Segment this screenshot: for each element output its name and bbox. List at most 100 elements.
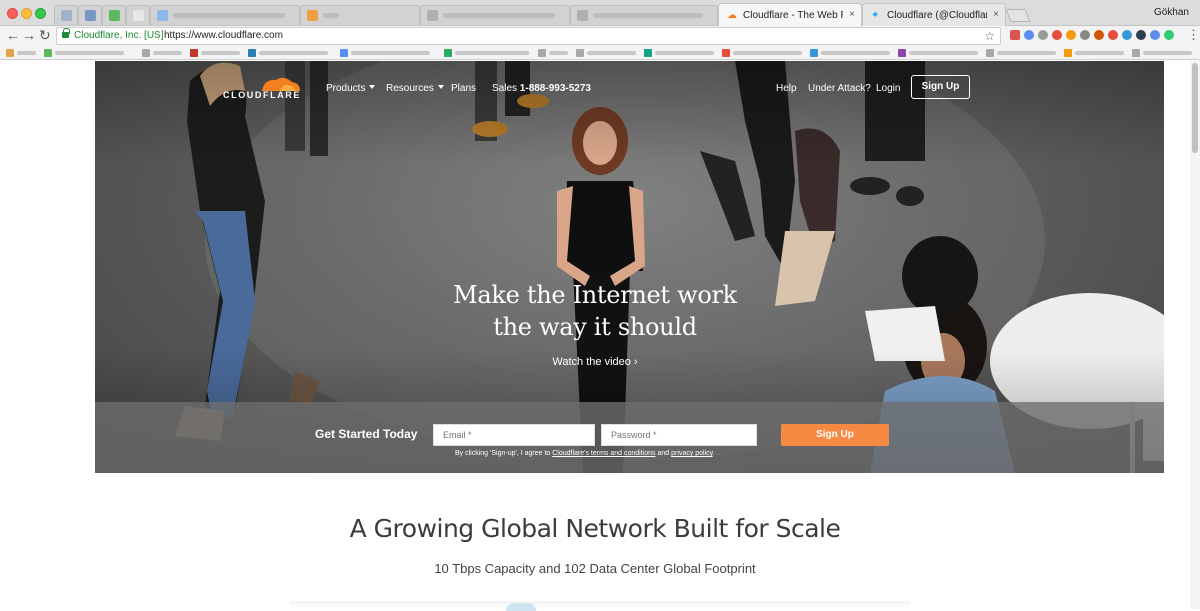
tab-title: Cloudflare - The Web Performa — [743, 10, 843, 21]
close-tab-icon[interactable]: × — [993, 9, 999, 20]
bookmark-item[interactable] — [44, 49, 124, 57]
hero-headline: Make the Internet work the way it should — [395, 279, 795, 343]
new-tab-button[interactable] — [1005, 9, 1031, 22]
window-minimize-button[interactable] — [21, 8, 32, 19]
extension-icon[interactable] — [1024, 30, 1034, 40]
extension-icon[interactable] — [1164, 30, 1174, 40]
extension-icon[interactable] — [1066, 30, 1076, 40]
signup-submit-button[interactable]: Sign Up — [781, 424, 889, 446]
browser-tab-bar: ☁ Cloudflare - The Web Performa × ✦ Clou… — [0, 0, 1200, 26]
bookmark-item[interactable] — [898, 49, 978, 57]
forward-arrow-icon[interactable]: → — [22, 27, 36, 43]
browser-tab-background[interactable] — [126, 5, 150, 25]
browser-tab-background[interactable] — [102, 5, 126, 25]
nav-under-attack[interactable]: Under Attack? — [808, 83, 871, 94]
tab-twitter[interactable]: ✦ Cloudflare (@Cloudflare) | Twi × — [862, 3, 1006, 26]
nav-help[interactable]: Help — [776, 83, 797, 94]
caret-down-icon — [437, 85, 444, 89]
logo-wordmark[interactable]: CLOUDFLARE — [223, 90, 301, 100]
url-text[interactable]: https://www.cloudflare.com — [164, 28, 283, 44]
bookmark-item[interactable] — [142, 49, 182, 57]
get-started-label: Get Started Today — [315, 427, 418, 441]
lock-icon — [62, 28, 70, 38]
hero-section: CLOUDFLARE Products Resources Plans Sale… — [95, 61, 1164, 473]
browser-tab-background[interactable] — [420, 5, 570, 25]
header-sign-up-button[interactable]: Sign Up — [911, 75, 970, 99]
legal-prefix: By clicking 'Sign-up', I agree to — [455, 450, 551, 457]
browser-tab-background[interactable] — [54, 5, 78, 25]
bookmark-item[interactable] — [1064, 49, 1124, 57]
window-zoom-button[interactable] — [35, 8, 46, 19]
caret-down-icon — [369, 85, 376, 89]
browser-menu-icon[interactable]: ⋮ — [1187, 27, 1200, 43]
section-title: A Growing Global Network Built for Scale — [349, 514, 841, 543]
tab-cloudflare-active[interactable]: ☁ Cloudflare - The Web Performa × — [718, 3, 862, 26]
bookmark-item[interactable] — [340, 49, 430, 57]
scrollbar-thumb[interactable] — [1192, 63, 1198, 153]
web-page: CLOUDFLARE Products Resources Plans Sale… — [0, 61, 1200, 611]
email-field[interactable] — [433, 424, 595, 446]
extension-icon[interactable] — [1080, 30, 1090, 40]
page-scrollbar[interactable] — [1190, 61, 1200, 609]
extension-icon[interactable] — [1094, 30, 1104, 40]
cloudflare-cloud-icon: ☁ — [727, 10, 737, 21]
extension-icon[interactable] — [1122, 30, 1132, 40]
bookmark-item[interactable] — [986, 49, 1056, 57]
legal-and: and — [657, 450, 670, 457]
bookmark-item[interactable] — [810, 49, 890, 57]
bookmark-item[interactable] — [644, 49, 714, 57]
bookmark-item[interactable] — [722, 49, 802, 57]
signup-band: Get Started Today Sign Up By clicking 'S… — [95, 402, 1164, 473]
bookmark-item[interactable] — [1132, 49, 1192, 57]
bookmark-item[interactable] — [576, 49, 636, 57]
privacy-policy-link[interactable]: privacy policy — [671, 450, 713, 457]
network-map-top — [506, 603, 536, 611]
network-map-edge — [290, 601, 910, 609]
url-separator: | — [157, 30, 160, 41]
extension-icon[interactable] — [1150, 30, 1160, 40]
browser-tab-background[interactable] — [150, 5, 300, 25]
reload-icon[interactable]: ↻ — [39, 27, 51, 43]
twitter-bird-icon: ✦ — [871, 10, 880, 21]
extension-icon[interactable] — [1136, 30, 1146, 40]
watch-video-link[interactable]: Watch the video › — [535, 356, 655, 368]
legal-end: . — [712, 450, 715, 457]
nav-login[interactable]: Login — [876, 83, 900, 94]
sales-phone-number[interactable]: 1-888-993-5273 — [520, 83, 591, 94]
address-bar[interactable]: Cloudflare, Inc. [US] | https://www.clou… — [56, 27, 1001, 45]
browser-tab-background[interactable] — [300, 5, 420, 25]
bookmarks-bar — [0, 46, 1200, 60]
nav-products-label: Products — [326, 83, 366, 94]
window-close-button[interactable] — [7, 8, 18, 19]
nav-resources-label: Resources — [386, 83, 434, 94]
extension-icon[interactable] — [1052, 30, 1062, 40]
nav-sales[interactable]: Sales 1-888-993-5273 — [492, 83, 591, 94]
bookmark-item[interactable] — [248, 49, 328, 57]
profile-name[interactable]: Gökhan — [1154, 7, 1189, 18]
nav-products[interactable]: Products — [326, 83, 376, 94]
bookmark-item[interactable] — [538, 49, 568, 57]
nav-sales-label: Sales — [492, 83, 518, 94]
extension-icon[interactable] — [1038, 30, 1048, 40]
bookmark-item[interactable] — [190, 49, 240, 57]
nav-resources[interactable]: Resources — [386, 83, 444, 94]
section-subtitle: 10 Tbps Capacity and 102 Data Center Glo… — [434, 561, 756, 576]
browser-tab-background[interactable] — [78, 5, 102, 25]
bookmark-item[interactable] — [444, 49, 529, 57]
hero-headline-line-1: Make the Internet work — [453, 281, 737, 309]
signup-legal-text: By clicking 'Sign-up', I agree to Cloudf… — [455, 450, 775, 457]
back-arrow-icon[interactable]: ← — [6, 27, 20, 43]
tab-title: Cloudflare (@Cloudflare) | Twi — [887, 10, 987, 21]
terms-link[interactable]: Cloudflare's terms and conditions — [552, 450, 655, 457]
browser-tab-background[interactable] — [570, 5, 718, 25]
browser-toolbar: ← → ↻ Cloudflare, Inc. [US] | https://ww… — [0, 26, 1200, 46]
bookmark-star-icon[interactable]: ☆ — [984, 28, 995, 44]
close-tab-icon[interactable]: × — [849, 9, 855, 20]
password-field[interactable] — [601, 424, 757, 446]
extension-icon[interactable] — [1108, 30, 1118, 40]
site-identity: Cloudflare, Inc. [US] — [74, 30, 164, 41]
nav-plans[interactable]: Plans — [451, 83, 476, 94]
bookmark-item[interactable] — [6, 49, 36, 57]
extension-icon[interactable] — [1010, 30, 1020, 40]
hero-headline-line-2: the way it should — [493, 313, 697, 341]
